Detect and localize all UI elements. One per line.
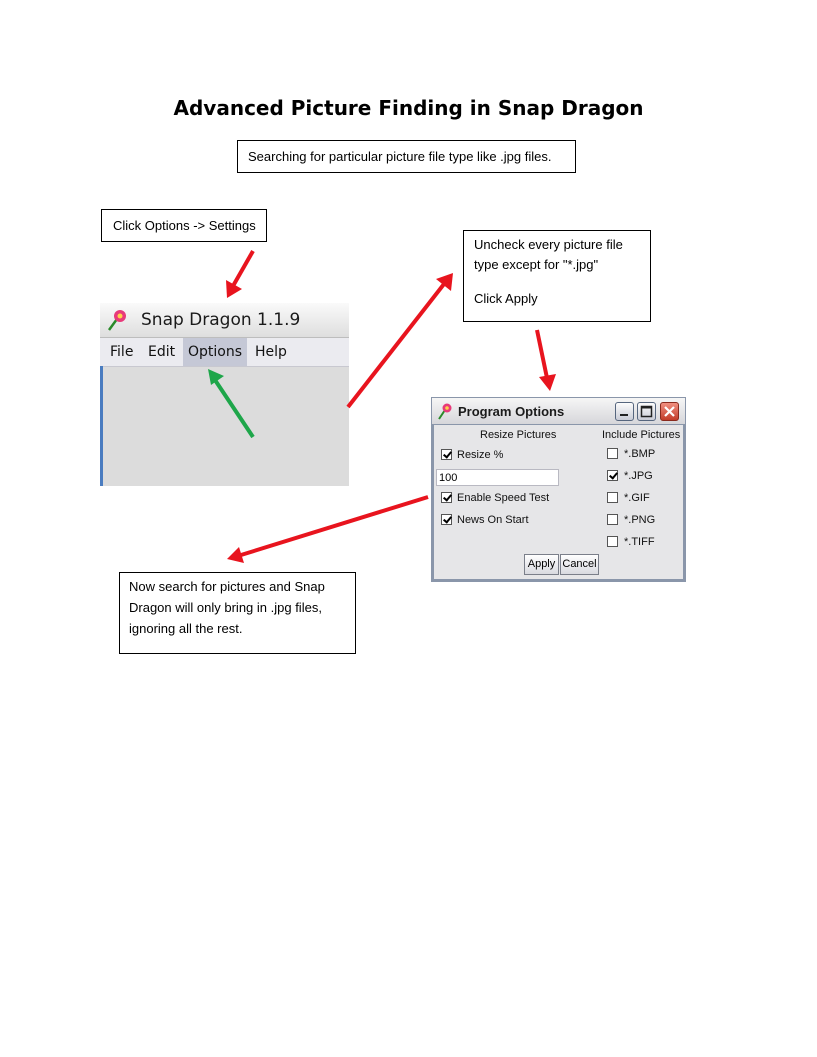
flower-icon <box>107 310 126 331</box>
bmp-label: *.BMP <box>624 448 656 460</box>
step1-text: Click Options -> Settings <box>113 218 256 233</box>
menu-edit[interactable]: Edit <box>143 338 180 366</box>
app-title-bar[interactable]: Snap Dragon 1.1.9 <box>100 303 349 338</box>
flower-icon <box>438 403 452 420</box>
jpg-label: *.JPG <box>624 470 653 482</box>
dialog-title: Program Options <box>458 404 565 419</box>
include-pictures-header: Include Pictures <box>602 429 681 441</box>
step3-line1: Now search for pictures and Snap <box>129 579 325 594</box>
close-icon <box>664 406 675 417</box>
step3-line3: ignoring all the rest. <box>129 621 243 636</box>
menu-help[interactable]: Help <box>250 338 292 366</box>
page-title: Advanced Picture Finding in Snap Dragon <box>173 96 644 120</box>
subtitle-text: Searching for particular picture file ty… <box>248 149 552 164</box>
gif-label: *.GIF <box>624 492 650 504</box>
speed-test-checkbox[interactable] <box>441 492 452 503</box>
step3-line2: Dragon will only bring in .jpg files, <box>129 600 322 615</box>
dialog-body: Resize Pictures Include Pictures Resize … <box>434 425 683 579</box>
menu-bar: File Edit Options Help <box>100 338 349 367</box>
window-edge <box>100 366 103 486</box>
resize-label: Resize % <box>457 449 504 461</box>
step2-line3: Click Apply <box>474 291 538 306</box>
gif-checkbox[interactable] <box>607 492 618 503</box>
resize-percent-input[interactable]: 100 <box>436 469 559 486</box>
arrow-to-options-menu <box>226 250 255 298</box>
maximize-icon <box>640 405 653 418</box>
app-title: Snap Dragon 1.1.9 <box>141 310 301 330</box>
arrow-to-step2 <box>346 273 453 409</box>
step2-callout: Uncheck every picture file type except f… <box>463 230 651 322</box>
speed-test-label: Enable Speed Test <box>457 492 550 504</box>
subtitle-box: Searching for particular picture file ty… <box>237 140 576 173</box>
close-button[interactable] <box>660 402 679 421</box>
step2-line2: type except for "*.jpg" <box>474 257 599 272</box>
cancel-button[interactable]: Cancel <box>560 554 599 575</box>
step3-callout: Now search for pictures and Snap Dragon … <box>119 572 356 654</box>
step1-callout: Click Options -> Settings <box>101 209 267 242</box>
maximize-button[interactable] <box>637 402 656 421</box>
minimize-icon <box>620 414 628 416</box>
resize-pictures-header: Resize Pictures <box>480 429 557 441</box>
minimize-button[interactable] <box>615 402 634 421</box>
jpg-checkbox[interactable] <box>607 470 618 481</box>
png-label: *.PNG <box>624 514 656 526</box>
dialog-title-bar[interactable]: Program Options <box>432 398 685 424</box>
bmp-checkbox[interactable] <box>607 448 618 459</box>
png-checkbox[interactable] <box>607 514 618 525</box>
news-on-start-label: News On Start <box>457 514 529 526</box>
program-options-dialog: Program Options Resize Pictures Include … <box>431 397 686 582</box>
news-on-start-checkbox[interactable] <box>441 514 452 525</box>
tiff-checkbox[interactable] <box>607 536 618 547</box>
menu-file[interactable]: File <box>105 338 138 366</box>
arrow-to-dialog <box>535 329 556 391</box>
menu-options[interactable]: Options <box>183 338 248 366</box>
step2-line1: Uncheck every picture file <box>474 237 623 252</box>
arrow-to-step3 <box>227 495 429 563</box>
apply-button[interactable]: Apply <box>524 554 559 575</box>
resize-checkbox[interactable] <box>441 449 452 460</box>
snap-dragon-window: Snap Dragon 1.1.9 File Edit Options Help <box>100 303 349 486</box>
tiff-label: *.TIFF <box>624 536 655 548</box>
